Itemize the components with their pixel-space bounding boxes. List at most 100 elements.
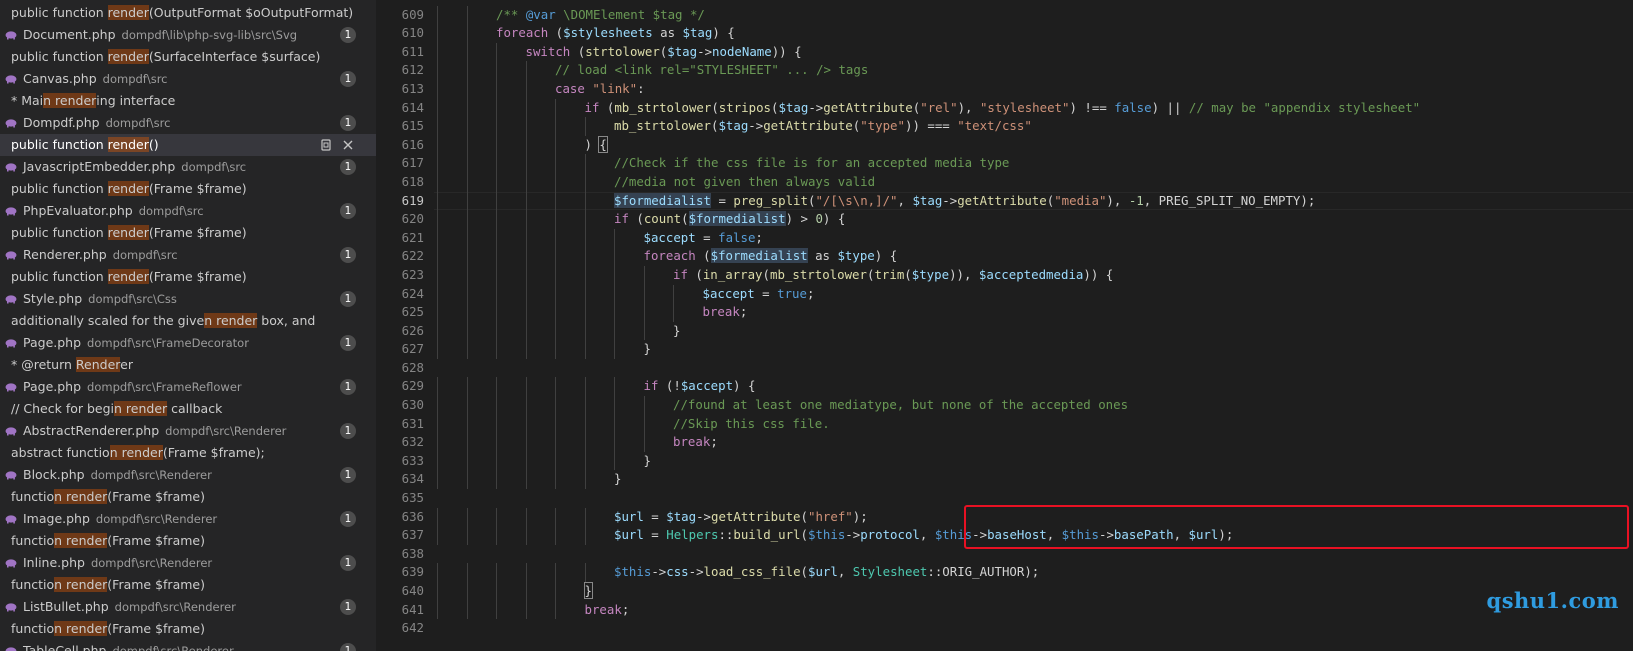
code-line[interactable]: 627} — [376, 340, 1633, 359]
code-line[interactable]: 615 mb_strtolower($tag->getAttribute("typ… — [376, 117, 1633, 136]
code-line[interactable]: 630 //found at least one mediatype, but n… — [376, 396, 1633, 415]
code-token: -> — [942, 192, 958, 208]
code-line[interactable]: 624 $accept = true; — [376, 284, 1633, 304]
search-file-row[interactable]: JavascriptEmbedder.php dompdf\src 1 — [0, 156, 376, 178]
search-file-row[interactable]: ListBullet.php dompdf\src\Renderer 1 — [0, 596, 376, 618]
search-match-row[interactable]: * Main rendering interface — [0, 90, 376, 112]
code-line[interactable]: 639 $this->css->load_css_file($url, Style… — [376, 563, 1633, 582]
php-file-icon — [5, 597, 17, 612]
indent-guide — [584, 396, 586, 415]
code-token: if — [643, 378, 659, 394]
code-line[interactable]: 628 — [376, 359, 1633, 378]
search-match-row[interactable]: public function render(Frame $frame) — [0, 178, 376, 200]
code-line[interactable]: 612 // load <link rel="STYLESHEET" ... />… — [376, 61, 1633, 80]
code-token: ; — [755, 229, 763, 245]
search-file-row[interactable]: Inline.php dompdf\src\Renderer 1 — [0, 552, 376, 574]
code-line[interactable]: 632 break; — [376, 433, 1633, 452]
search-file-row[interactable]: Block.php dompdf\src\Renderer 1 — [0, 464, 376, 486]
match-count-badge: 1 — [340, 599, 356, 615]
code-line[interactable]: 621 $accept = false; — [376, 228, 1633, 248]
file-path: dompdf\src\FrameReflower — [87, 380, 242, 394]
search-match-row[interactable]: public function render(SurfaceInterface … — [0, 46, 376, 68]
replace-icon[interactable] — [318, 137, 334, 153]
code-line[interactable]: 622 foreach ($formedialist as $type) { — [376, 247, 1633, 266]
search-file-row[interactable]: Style.php dompdf\src\Css 1 — [0, 288, 376, 310]
php-file-icon — [5, 157, 17, 172]
code-line[interactable]: 625 break; — [376, 303, 1633, 322]
code-token: $tag — [682, 25, 713, 41]
search-match-row[interactable]: public function render() — [0, 134, 376, 156]
indent-guide — [525, 79, 527, 99]
code-line[interactable]: 631 //Skip this css file. — [376, 414, 1633, 434]
search-match-row[interactable]: * @return Renderer — [0, 354, 376, 376]
indent-guide — [584, 414, 586, 434]
close-icon[interactable] — [340, 137, 356, 153]
search-match-row[interactable]: // Check for begin render callback — [0, 398, 376, 420]
code-line[interactable]: 619 $formedialist = preg_split("/[\s\n,]/… — [376, 191, 1633, 211]
file-path: dompdf\lib\php-svg-lib\src\Svg — [121, 28, 298, 42]
search-file-row[interactable]: TableCell.php dompdf\src\Renderer 1 — [0, 640, 376, 651]
indent-guide — [614, 228, 615, 248]
code-line[interactable]: 640} — [376, 582, 1633, 601]
code-line[interactable]: 614 if (mb_strtolower(stripos($tag->getAt… — [376, 98, 1633, 118]
indent-guide — [437, 321, 438, 341]
code-line[interactable]: 620 if (count($formedialist) > 0) { — [376, 210, 1633, 229]
indent-guide — [525, 210, 527, 229]
indent-guide — [584, 451, 586, 471]
search-file-row[interactable]: Page.php dompdf\src\FrameDecorator 1 — [0, 332, 376, 354]
code-line[interactable]: 609 /** @var \DOMElement $tag */ — [376, 5, 1633, 25]
indent-guide — [496, 321, 497, 341]
indent-guide — [525, 61, 527, 80]
indent-guide — [555, 600, 556, 620]
code-line[interactable]: 642 — [376, 619, 1633, 638]
code-token: ; — [806, 285, 815, 301]
search-match-row[interactable]: function render(Frame $frame) — [0, 486, 376, 508]
code-line[interactable]: 629 if (!$accept) { — [376, 377, 1633, 397]
indent-guide — [496, 582, 497, 601]
code-line[interactable]: 613 case "link": — [376, 79, 1633, 99]
code-line[interactable]: 641 break; — [376, 600, 1633, 620]
code-token: ) { — [733, 378, 756, 394]
search-match-row[interactable]: abstract function render(Frame $frame); — [0, 442, 376, 464]
file-name: Dompdf.php — [23, 115, 100, 130]
indent-guide — [614, 265, 615, 285]
match-highlight: n render — [54, 533, 108, 548]
search-match-row[interactable]: additionally scaled for the given render… — [0, 310, 376, 332]
match-count-badge: 1 — [340, 335, 356, 351]
code-token: $formedialist — [710, 248, 808, 264]
search-match-row[interactable]: public function render(OutputFormat $oOu… — [0, 2, 376, 24]
code-token: -> — [808, 99, 824, 115]
code-editor[interactable]: 608609/** @var \DOMElement $tag */610for… — [376, 0, 1633, 651]
search-match-row[interactable]: public function render(Frame $frame) — [0, 222, 376, 244]
search-file-row[interactable]: Image.php dompdf\src\Renderer 1 — [0, 508, 376, 530]
search-file-row[interactable]: AbstractRenderer.php dompdf\src\Renderer 1 — [0, 420, 376, 442]
code-line[interactable]: 616) { — [376, 135, 1633, 155]
indent-guide — [437, 42, 438, 62]
search-file-row[interactable]: Dompdf.php dompdf\src 1 — [0, 112, 376, 134]
code-line[interactable]: 611 switch (strtolower($tag->nodeName)) { — [376, 42, 1633, 62]
search-file-row[interactable]: PhpEvaluator.php dompdf\src 1 — [0, 200, 376, 222]
code-line[interactable]: 634} — [376, 470, 1633, 490]
indent-guide — [466, 582, 468, 601]
php-file-icon — [5, 465, 17, 480]
line-number: 625 — [401, 304, 424, 320]
code-line[interactable]: 610 foreach ($stylesheets as $tag) { — [376, 24, 1633, 43]
search-match-row[interactable]: function render(Frame $frame) — [0, 530, 376, 552]
indent-guide — [584, 563, 586, 582]
code-line[interactable]: 618 //media not given then always valid — [376, 172, 1633, 192]
code-line[interactable]: 617 //Check if the css file is for an acc… — [376, 154, 1633, 173]
code-token: "link" — [592, 80, 638, 96]
search-match-row[interactable]: public function render(Frame $frame) — [0, 266, 376, 288]
match-highlight: render — [107, 137, 149, 152]
search-file-row[interactable]: Renderer.php dompdf\src 1 — [0, 244, 376, 266]
code-line[interactable]: 633} — [376, 451, 1633, 471]
search-file-row[interactable]: Page.php dompdf\src\FrameReflower 1 — [0, 376, 376, 398]
search-match-row[interactable]: function render(Frame $frame) — [0, 574, 376, 596]
search-match-row[interactable]: function render(Frame $frame) — [0, 618, 376, 640]
code-line[interactable]: 623 if (in_array(mb_strtolower(trim($type… — [376, 265, 1633, 285]
code-token: $type — [837, 248, 875, 264]
code-line[interactable]: 626} — [376, 321, 1633, 341]
search-file-row[interactable]: Document.php dompdf\lib\php-svg-lib\src\S… — [0, 24, 376, 46]
search-file-row[interactable]: Canvas.php dompdf\src 1 — [0, 68, 376, 90]
code-token: strtolower — [585, 43, 660, 59]
